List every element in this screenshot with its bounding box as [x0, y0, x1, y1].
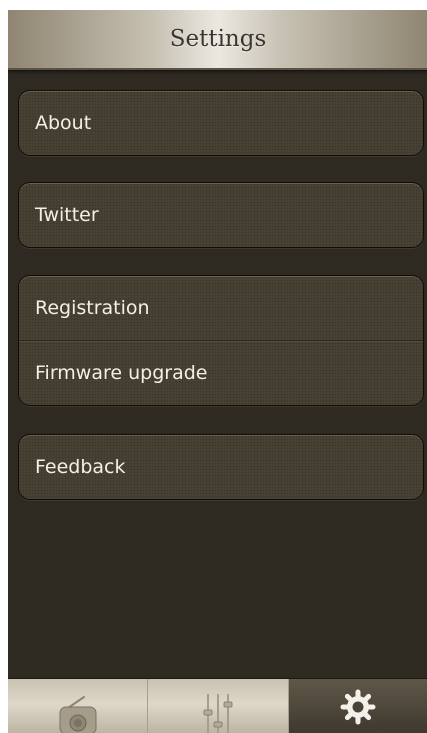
tab-equalizer[interactable]	[148, 679, 289, 733]
settings-item-registration[interactable]: Registration	[19, 276, 423, 340]
gear-icon	[340, 689, 376, 724]
tab-radio[interactable]	[8, 679, 149, 733]
settings-item-twitter[interactable]: Twitter	[19, 183, 423, 247]
page-title: Settings	[169, 26, 267, 52]
settings-item-firmware-upgrade[interactable]: Firmware upgrade	[19, 340, 423, 405]
settings-group-twitter: Twitter	[18, 182, 424, 248]
settings-group-about: About	[18, 90, 424, 156]
settings-item-about[interactable]: About	[19, 91, 423, 155]
settings-item-label: About	[35, 112, 92, 134]
tab-settings[interactable]	[288, 679, 427, 733]
equalizer-sliders-icon	[203, 694, 233, 733]
settings-item-label: Registration	[35, 297, 150, 319]
settings-group-device: Registration Firmware upgrade	[18, 275, 424, 406]
settings-screen: Settings About Twitter Registration Firm…	[8, 10, 427, 733]
settings-item-label: Feedback	[35, 456, 126, 478]
radio-icon	[59, 696, 97, 733]
settings-group-feedback: Feedback	[18, 434, 424, 500]
settings-item-feedback[interactable]: Feedback	[19, 435, 423, 499]
tab-bar	[8, 678, 427, 733]
header-bar: Settings	[8, 10, 427, 70]
settings-item-label: Twitter	[35, 204, 99, 226]
settings-item-label: Firmware upgrade	[35, 362, 208, 384]
